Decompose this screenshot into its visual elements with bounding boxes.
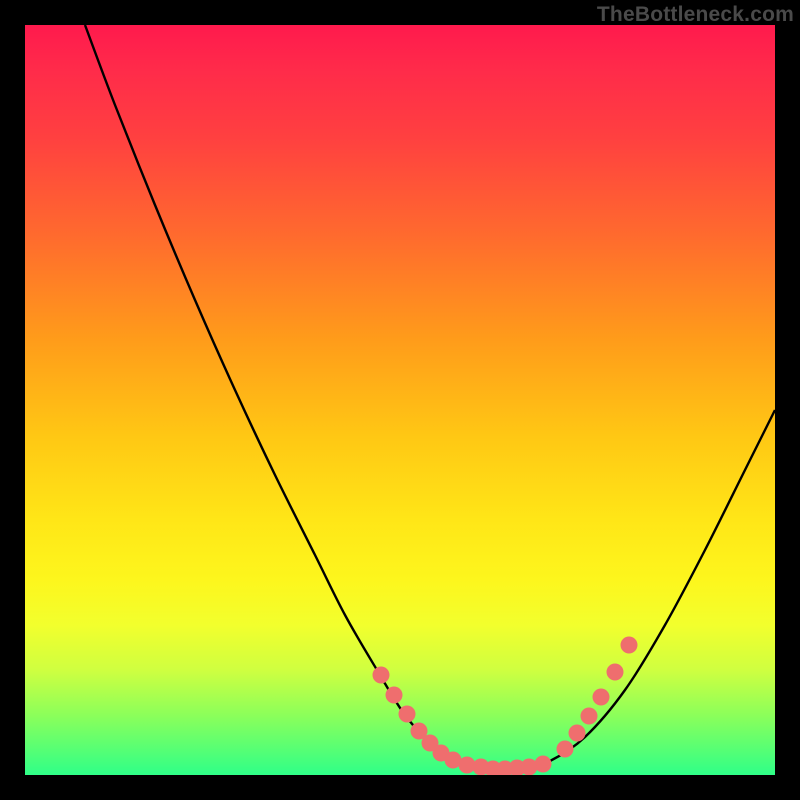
chart-frame xyxy=(25,25,775,775)
gradient-background xyxy=(25,25,775,775)
watermark-text: TheBottleneck.com xyxy=(597,3,794,27)
